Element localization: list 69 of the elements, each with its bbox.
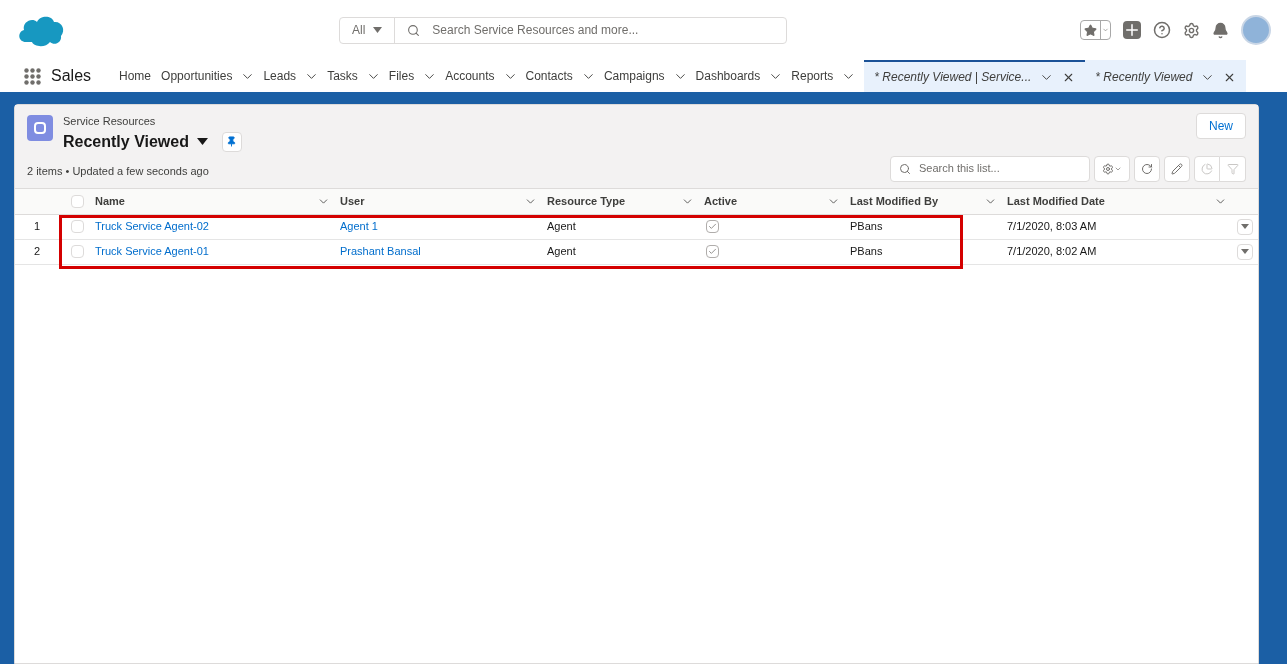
star-icon <box>1084 23 1097 37</box>
favorites-button[interactable] <box>1080 20 1111 40</box>
row-action-button[interactable] <box>1237 243 1253 260</box>
row-checkbox[interactable] <box>70 245 84 258</box>
column-header[interactable]: User <box>340 192 365 210</box>
refresh-button[interactable] <box>1134 155 1160 182</box>
pin-button[interactable] <box>222 131 242 152</box>
nav-item[interactable]: Home <box>119 60 154 92</box>
column-header[interactable]: Last Modified Date <box>1007 192 1105 210</box>
app-name: Sales <box>51 66 92 86</box>
gear-icon <box>1102 162 1114 175</box>
new-button[interactable]: New <box>1196 113 1246 139</box>
caret-icon[interactable] <box>197 138 208 145</box>
add-icon[interactable] <box>1123 21 1141 39</box>
table-cell: Agent <box>547 220 576 233</box>
search-icon <box>407 23 421 37</box>
workspace-tab[interactable]: * Recently Viewed <box>1085 60 1247 92</box>
pencil-icon <box>1171 162 1183 175</box>
table-cell: 7/1/2020, 8:02 AM <box>1007 245 1097 258</box>
column-header[interactable]: Active <box>704 192 738 210</box>
record-link[interactable]: Truck Service Agent-02 <box>95 220 209 233</box>
nav-item[interactable]: Reports <box>791 60 857 92</box>
chevron-icon <box>1100 21 1110 39</box>
object-icon <box>27 115 53 141</box>
list-view-title[interactable]: Recently Viewed <box>63 129 189 154</box>
caret-icon <box>1241 249 1249 254</box>
row-number: 2 <box>32 244 42 260</box>
nav-item[interactable]: Dashboards <box>695 60 784 92</box>
search-placeholder: Search Service Resources and more... <box>432 22 639 39</box>
list-search-field[interactable]: Search this list... <box>890 155 1090 182</box>
workspace-tab[interactable]: * Recently Viewed | Service... <box>864 60 1086 92</box>
global-search[interactable]: All Search Service Resources and more... <box>339 16 787 44</box>
caret-icon <box>1241 224 1249 229</box>
settings-button[interactable] <box>1094 155 1130 182</box>
column-header[interactable]: Last Modified By <box>850 192 938 210</box>
nav-item[interactable]: Campaigns <box>603 60 688 92</box>
column-header[interactable]: Resource Type <box>547 192 626 210</box>
object-label: Service Resources <box>63 114 157 129</box>
refresh-icon <box>1141 162 1153 175</box>
list-status: 2 items • Updated a few seconds ago <box>27 164 209 179</box>
nav-item[interactable]: Leads <box>263 60 320 92</box>
user-link[interactable]: Prashant Bansal <box>340 245 421 258</box>
nav-item[interactable]: Tasks <box>327 60 381 92</box>
user-link[interactable]: Agent 1 <box>340 220 378 233</box>
filter-icon <box>1226 162 1239 175</box>
column-header[interactable]: Name <box>95 192 125 210</box>
row-number: 1 <box>32 219 42 235</box>
row-checkbox[interactable] <box>70 220 84 233</box>
nav-item[interactable]: Contacts <box>525 60 596 92</box>
select-all-checkbox[interactable] <box>70 194 84 208</box>
row-action-button[interactable] <box>1237 218 1253 235</box>
help-icon[interactable] <box>1153 21 1171 39</box>
pie-chart-icon <box>1201 162 1213 175</box>
pin-icon <box>226 136 238 147</box>
notifications-icon[interactable] <box>1212 21 1229 39</box>
edit-button[interactable] <box>1164 155 1190 182</box>
scope-selector[interactable]: All <box>340 17 396 43</box>
settings-icon[interactable] <box>1183 21 1200 39</box>
search-icon <box>899 162 911 175</box>
table-cell: PBans <box>850 220 883 233</box>
caret-icon <box>373 27 383 33</box>
nav-item[interactable]: Files <box>388 60 438 92</box>
table-cell: 7/1/2020, 8:03 AM <box>1007 220 1097 233</box>
record-link[interactable]: Truck Service Agent-01 <box>95 245 209 258</box>
nav-item[interactable]: Accounts <box>445 60 518 92</box>
table-cell: PBans <box>850 245 883 258</box>
app-launcher-icon[interactable] <box>24 67 41 85</box>
nav-item[interactable]: Opportunities <box>161 60 256 92</box>
table-cell: Agent <box>547 245 576 258</box>
